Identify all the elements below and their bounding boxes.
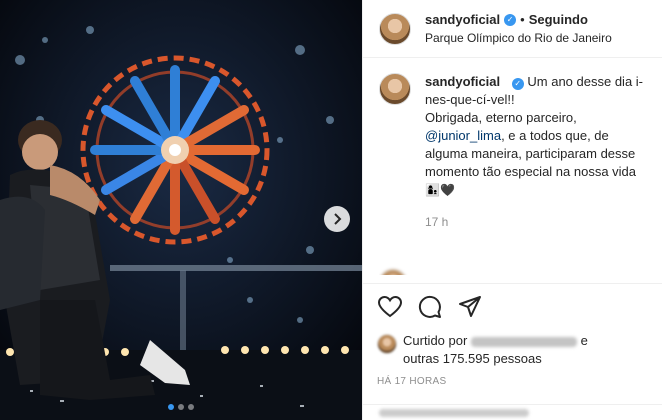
avatar (379, 269, 407, 275)
share-button[interactable] (457, 294, 483, 320)
blurred-username (470, 336, 577, 347)
list-item (379, 269, 617, 275)
post-actions: Curtido por e outras 175.595 pessoas HÁ … (363, 283, 662, 387)
paper-plane-icon (459, 296, 481, 317)
like-button[interactable] (377, 294, 403, 320)
following-button[interactable]: Seguindo (529, 12, 588, 27)
comment-button[interactable] (417, 294, 443, 320)
add-comment-bar[interactable] (363, 404, 662, 420)
likes-summary: Curtido por e outras 175.595 pessoas (377, 332, 646, 368)
comment-timestamp: 17 h (425, 215, 449, 229)
carousel-dot (188, 404, 194, 410)
post-side-panel: sandyoficial ✓ • Seguindo Parque Olímpic… (362, 0, 662, 420)
separator-dot: • (520, 12, 525, 27)
comments-list[interactable]: sandyoficial ✓ Um ano desse dia i-nes-qu… (379, 73, 646, 275)
next-slide-button[interactable] (324, 206, 350, 232)
liked-by-conjunction: e (580, 333, 588, 348)
mention-link[interactable]: @junior_lima (425, 128, 501, 143)
carousel-indicator (0, 404, 362, 410)
emoji-text: 👩‍👦🖤 (425, 183, 455, 197)
post-photo[interactable] (0, 0, 362, 420)
username-link[interactable]: sandyoficial (425, 74, 500, 89)
carousel-dot (168, 404, 174, 410)
carousel-dot (178, 404, 184, 410)
location-link[interactable]: Parque Olímpico do Rio de Janeiro (425, 31, 612, 45)
caption-text: Obrigada, eterno parceiro, (425, 110, 577, 125)
avatar[interactable] (379, 12, 411, 45)
avatar[interactable] (379, 73, 411, 105)
verified-badge-icon: ✓ (511, 78, 524, 90)
avatar (377, 334, 397, 354)
caption: sandyoficial ✓ Um ano desse dia i-nes-qu… (379, 73, 646, 231)
blurred-comment-input (379, 409, 529, 417)
post-timestamp: HÁ 17 HORAS (377, 376, 447, 387)
verified-badge-icon: ✓ (504, 13, 517, 26)
likes-count-link[interactable]: outras 175.595 pessoas (403, 351, 542, 366)
username-link[interactable]: sandyoficial (425, 12, 500, 27)
liked-by-label: Curtido por (403, 333, 468, 348)
heart-icon (378, 296, 402, 318)
concert-photo (0, 0, 362, 420)
post-header: sandyoficial ✓ • Seguindo Parque Olímpic… (363, 0, 662, 58)
chevron-right-icon (334, 213, 342, 225)
comment-bubble-icon (418, 295, 441, 318)
